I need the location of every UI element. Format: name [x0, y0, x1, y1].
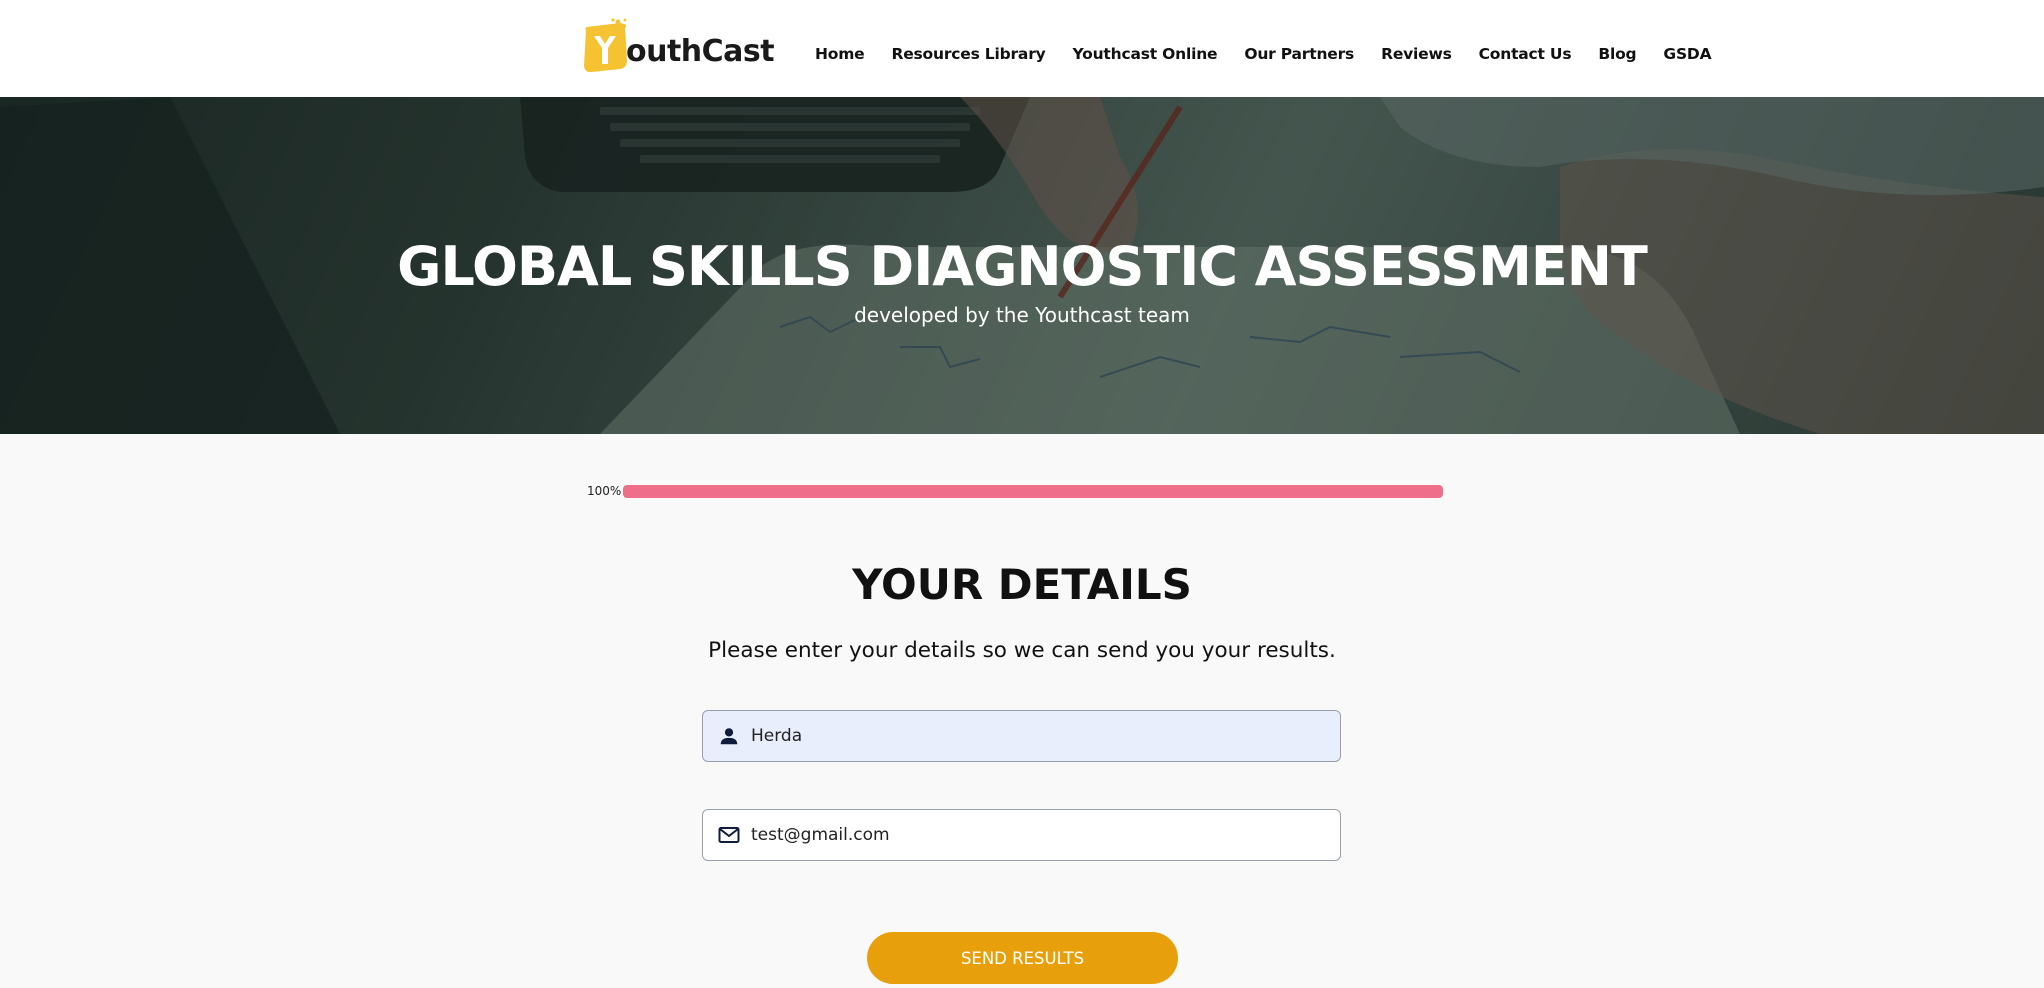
progress-fill	[623, 485, 1443, 498]
progress-label: 100%	[587, 484, 622, 498]
nav-home[interactable]: Home	[815, 45, 865, 63]
details-description: Please enter your details so we can send…	[708, 638, 1336, 663]
hero-subtitle: developed by the Youthcast team	[854, 303, 1190, 327]
name-input[interactable]	[751, 711, 1340, 761]
logo-mark-icon	[580, 18, 630, 74]
hero-title: GLOBAL SKILLS DIAGNOSTIC ASSESSMENT	[397, 235, 1648, 298]
email-input[interactable]	[751, 810, 1340, 860]
details-title: YOUR DETAILS	[852, 560, 1192, 609]
nav-youthcast-online[interactable]: Youthcast Online	[1073, 45, 1218, 63]
progress-bar	[623, 485, 1443, 498]
nav-reviews[interactable]: Reviews	[1381, 45, 1452, 63]
nav-gsda[interactable]: GSDA	[1663, 45, 1711, 63]
logo-text: outhCast	[626, 33, 775, 69]
send-results-button[interactable]: SEND RESULTS	[867, 932, 1178, 984]
nav-blog[interactable]: Blog	[1598, 45, 1636, 63]
main-nav: Home Resources Library Youthcast Online …	[815, 0, 1738, 108]
person-icon	[715, 722, 743, 750]
name-field[interactable]	[702, 710, 1341, 762]
youthcast-logo[interactable]: outhCast	[580, 17, 775, 75]
site-header: outhCast Home Resources Library Youthcas…	[0, 0, 2044, 97]
hero-banner: GLOBAL SKILLS DIAGNOSTIC ASSESSMENT deve…	[0, 97, 2044, 434]
nav-our-partners[interactable]: Our Partners	[1244, 45, 1354, 63]
nav-contact-us[interactable]: Contact Us	[1479, 45, 1572, 63]
email-field[interactable]	[702, 809, 1341, 861]
mail-icon	[715, 821, 743, 849]
nav-resources-library[interactable]: Resources Library	[891, 45, 1045, 63]
